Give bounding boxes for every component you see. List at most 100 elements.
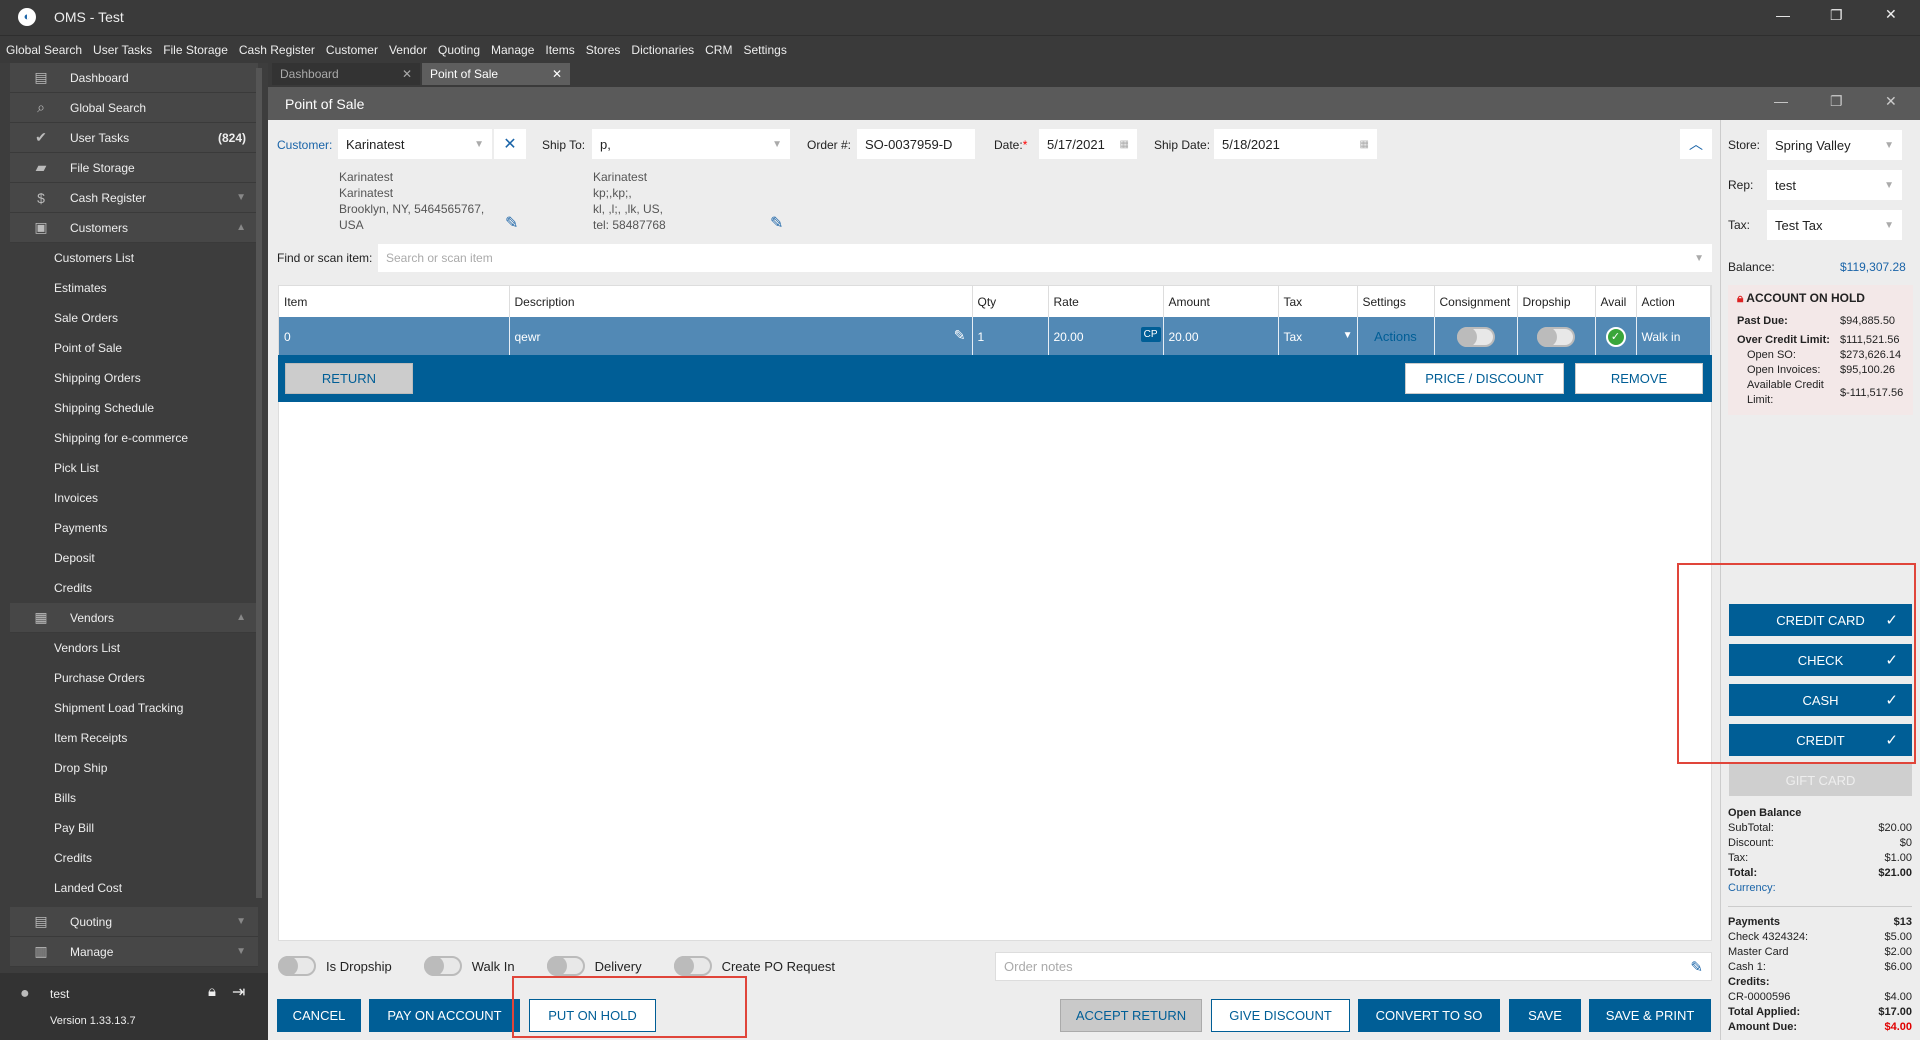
menu-quoting[interactable]: Quoting — [438, 43, 480, 57]
find-item-input[interactable]: Search or scan item ▼ — [378, 244, 1712, 272]
order-number-field[interactable]: SO-0037959-D — [857, 129, 975, 159]
sidebar-item-manage[interactable]: ▥ Manage ▼ — [10, 937, 258, 967]
sidebar-item-file-storage[interactable]: ▰ File Storage — [10, 153, 258, 183]
menu-global-search[interactable]: Global Search — [6, 43, 82, 57]
description-cell[interactable]: qewr ✎ — [509, 317, 973, 356]
is-dropship-toggle[interactable] — [278, 956, 316, 976]
sidebar-subitem-deposit[interactable]: Deposit — [0, 543, 268, 573]
sidebar-subitem-customers-list[interactable]: Customers List — [0, 243, 268, 273]
gift-card-button[interactable]: GIFT CARD — [1729, 764, 1912, 796]
edit-notes-icon[interactable]: ✎ — [1690, 958, 1703, 976]
sidebar-subitem-credits[interactable]: Credits — [0, 843, 268, 873]
menu-manage[interactable]: Manage — [491, 43, 534, 57]
qty-cell[interactable]: 1 — [972, 317, 1049, 356]
customer-select[interactable]: Karinatest ▼ — [338, 129, 492, 159]
collapse-header-button[interactable]: ︿ — [1680, 129, 1712, 159]
rate-cell[interactable]: 20.00 CP — [1048, 317, 1164, 356]
return-button[interactable]: RETURN — [285, 363, 413, 394]
sidebar-subitem-shipping-schedule[interactable]: Shipping Schedule — [0, 393, 268, 423]
walk-in-toggle[interactable] — [423, 956, 462, 976]
accept-return-button[interactable]: ACCEPT RETURN — [1060, 999, 1202, 1032]
convert-to-so-button[interactable]: CONVERT TO SO — [1358, 999, 1500, 1032]
lock-icon[interactable]: 🔒︎ — [208, 983, 216, 1000]
logout-icon[interactable]: ⇥ — [232, 982, 245, 1002]
sidebar-subitem-pick-list[interactable]: Pick List — [0, 453, 268, 483]
sidebar-subitem-invoices[interactable]: Invoices — [0, 483, 268, 513]
sidebar-item-quoting[interactable]: ▤ Quoting ▼ — [10, 907, 258, 937]
menu-cash-register[interactable]: Cash Register — [239, 43, 315, 57]
cancel-button[interactable]: CANCEL — [277, 999, 361, 1032]
sidebar-scrollbar[interactable] — [256, 68, 262, 898]
sidebar-subitem-bills[interactable]: Bills — [0, 783, 268, 813]
customer-label[interactable]: Customer: — [277, 138, 332, 152]
menu-user-tasks[interactable]: User Tasks — [93, 43, 152, 57]
sidebar-subitem-item-receipts[interactable]: Item Receipts — [0, 723, 268, 753]
minimize-icon[interactable]: — — [1774, 93, 1788, 109]
menu-stores[interactable]: Stores — [586, 43, 621, 57]
sidebar-subitem-vendors-list[interactable]: Vendors List — [0, 633, 268, 663]
menu-customer[interactable]: Customer — [326, 43, 378, 57]
sidebar-subitem-shipment-load-tracking[interactable]: Shipment Load Tracking — [0, 693, 268, 723]
sidebar-subitem-landed-cost[interactable]: Landed Cost — [0, 873, 268, 903]
sidebar-item-global-search[interactable]: ⌕ Global Search — [10, 93, 258, 123]
menu-crm[interactable]: CRM — [705, 43, 732, 57]
sidebar-item-dashboard[interactable]: ▤ Dashboard — [10, 63, 258, 93]
calendar-icon[interactable]: ▦ — [1120, 139, 1129, 150]
rep-select[interactable]: test ▼ — [1767, 170, 1902, 200]
sidebar-subitem-drop-ship[interactable]: Drop Ship — [0, 753, 268, 783]
give-discount-button[interactable]: GIVE DISCOUNT — [1211, 999, 1350, 1032]
sidebar-subitem-shipping-orders[interactable]: Shipping Orders — [0, 363, 268, 393]
tax-select[interactable]: Test Tax ▼ — [1767, 210, 1902, 240]
menu-vendor[interactable]: Vendor — [389, 43, 427, 57]
menu-file-storage[interactable]: File Storage — [163, 43, 228, 57]
consignment-toggle[interactable] — [1456, 326, 1495, 347]
price-discount-button[interactable]: PRICE / DISCOUNT — [1405, 363, 1564, 394]
sidebar-subitem-payments[interactable]: Payments — [0, 513, 268, 543]
maximize-icon[interactable]: ❐ — [1830, 7, 1843, 24]
close-icon[interactable]: ✕ — [552, 67, 562, 81]
menu-dictionaries[interactable]: Dictionaries — [631, 43, 694, 57]
delivery-toggle[interactable] — [546, 956, 585, 976]
sidebar-item-user-tasks[interactable]: ✔ User Tasks (824) — [10, 123, 258, 153]
save-button[interactable]: SAVE — [1509, 999, 1581, 1032]
maximize-icon[interactable]: ❐ — [1830, 93, 1843, 110]
sidebar-item-vendors[interactable]: ▦ Vendors ▲ — [10, 603, 258, 633]
ship-date-field[interactable]: 5/18/2021 ▦ — [1214, 129, 1377, 159]
calendar-icon[interactable]: ▦ — [1360, 139, 1369, 150]
sidebar-subitem-point-of-sale[interactable]: Point of Sale — [0, 333, 268, 363]
pay-on-account-button[interactable]: PAY ON ACCOUNT — [369, 999, 520, 1032]
sidebar-subitem-pay-bill[interactable]: Pay Bill — [0, 813, 268, 843]
edit-customer-address-icon[interactable]: ✎ — [505, 213, 518, 233]
cp-badge[interactable]: CP — [1140, 327, 1161, 342]
sidebar-subitem-estimates[interactable]: Estimates — [0, 273, 268, 303]
sidebar-subitem-purchase-orders[interactable]: Purchase Orders — [0, 663, 268, 693]
balance-value[interactable]: $119,307.28 — [1840, 260, 1906, 274]
close-icon[interactable]: ✕ — [1885, 6, 1897, 23]
dropship-toggle[interactable] — [1537, 326, 1575, 347]
create-po-toggle[interactable] — [673, 956, 712, 976]
actions-link[interactable]: Actions — [1357, 317, 1435, 356]
sidebar-item-customers[interactable]: ▣ Customers ▲ — [10, 213, 258, 243]
sidebar-subitem-sale-orders[interactable]: Sale Orders — [0, 303, 268, 333]
sidebar-subitem-credits[interactable]: Credits — [0, 573, 268, 603]
table-row[interactable]: 0 qewr ✎ 1 20.00 CP 20.00 Tax ▼ Actions ✓ W… — [279, 317, 1711, 356]
close-icon[interactable]: ✕ — [1885, 93, 1897, 110]
order-notes-input[interactable]: Order notes ✎ — [995, 952, 1712, 981]
close-icon[interactable]: ✕ — [402, 67, 412, 81]
menu-settings[interactable]: Settings — [743, 43, 786, 57]
amount-cell[interactable]: 20.00 — [1163, 317, 1279, 356]
menu-items[interactable]: Items — [545, 43, 574, 57]
tax-cell[interactable]: Tax ▼ — [1278, 317, 1358, 356]
edit-description-icon[interactable]: ✎ — [954, 327, 966, 344]
edit-ship-address-icon[interactable]: ✎ — [770, 213, 783, 233]
ship-to-select[interactable]: p, ▼ — [592, 129, 790, 159]
date-field[interactable]: 5/17/2021 ▦ — [1039, 129, 1137, 159]
sidebar-item-cash-register[interactable]: $ Cash Register ▼ — [10, 183, 258, 213]
clear-customer-button[interactable]: ✕ — [494, 129, 526, 159]
minimize-icon[interactable]: — — [1776, 7, 1790, 23]
save-print-button[interactable]: SAVE & PRINT — [1589, 999, 1711, 1032]
remove-button[interactable]: REMOVE — [1575, 363, 1703, 394]
store-select[interactable]: Spring Valley ▼ — [1767, 130, 1902, 160]
action-cell[interactable]: Walk in — [1636, 317, 1711, 356]
sidebar-subitem-shipping-for-e-commerce[interactable]: Shipping for e-commerce — [0, 423, 268, 453]
